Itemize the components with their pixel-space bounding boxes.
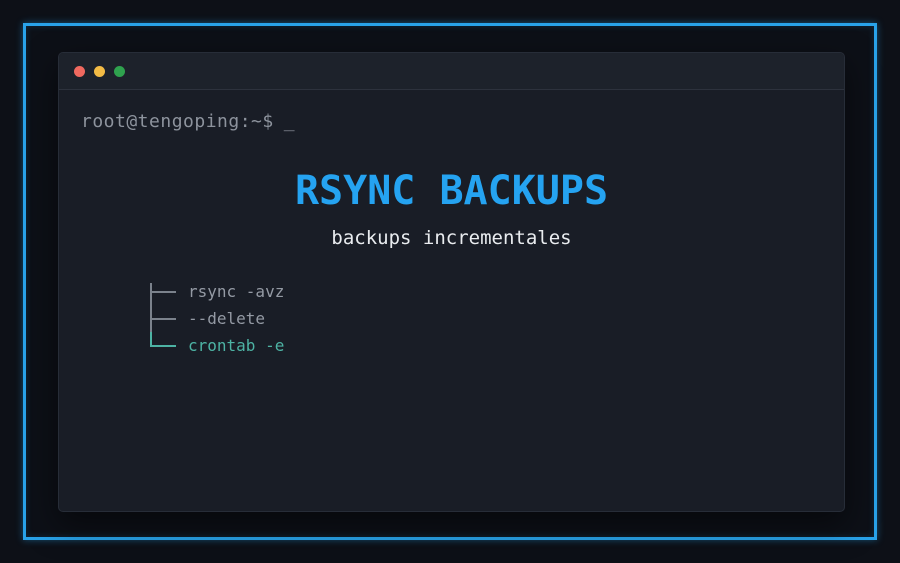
terminal-screen[interactable]: root@tengoping:~$ _ RSYNC BACKUPS backups… (59, 113, 844, 359)
tree-branch-icon (150, 278, 188, 305)
maximize-button[interactable] (114, 65, 125, 77)
terminal-window: root@tengoping:~$ _ RSYNC BACKUPS backups… (58, 52, 845, 512)
tree-elbow-icon (150, 332, 188, 359)
tree-branch-icon (150, 305, 188, 332)
tree-item-label: rsync -avz (188, 282, 285, 301)
tree-item: crontab -e (150, 332, 844, 359)
terminal-cursor: _ (283, 111, 296, 132)
shell-prompt[interactable]: root@tengoping:~$ _ (81, 113, 844, 131)
terminal-titlebar (59, 53, 844, 90)
tree-item: rsync -avz (150, 278, 844, 305)
tree-item-label: --delete (188, 309, 266, 328)
minimize-button[interactable] (94, 65, 105, 77)
page-subtitle: backups incrementales (331, 227, 572, 249)
tree-item-label: crontab -e (188, 336, 285, 355)
prompt-text: root@tengoping:~$ (81, 111, 274, 132)
command-tree: rsync -avz --delete crontab -e (150, 278, 844, 359)
close-button[interactable] (74, 65, 85, 77)
banner: RSYNC BACKUPS backups incrementales (81, 171, 822, 248)
page-title: RSYNC BACKUPS (294, 168, 609, 214)
tree-item: --delete (150, 305, 844, 332)
